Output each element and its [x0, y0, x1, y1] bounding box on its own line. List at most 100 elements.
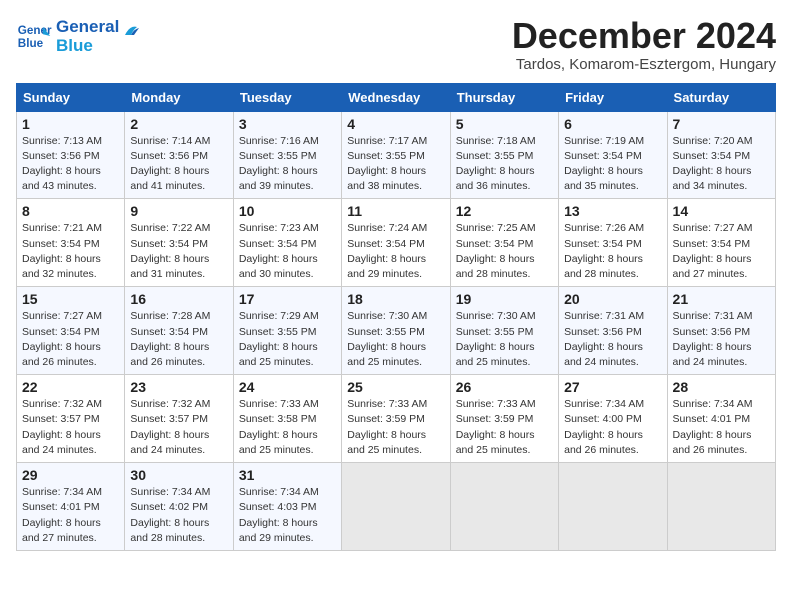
day-number: 20	[564, 291, 661, 307]
day-info: Sunrise: 7:21 AMSunset: 3:54 PMDaylight:…	[22, 221, 119, 282]
location-subtitle: Tardos, Komarom-Esztergom, Hungary	[512, 56, 776, 73]
header-col-thursday: Thursday	[450, 83, 558, 111]
calendar-week-row: 1Sunrise: 7:13 AMSunset: 3:56 PMDaylight…	[17, 111, 776, 199]
calendar-header-row: SundayMondayTuesdayWednesdayThursdayFrid…	[17, 83, 776, 111]
day-info: Sunrise: 7:22 AMSunset: 3:54 PMDaylight:…	[130, 221, 227, 282]
day-number: 6	[564, 116, 661, 132]
calendar-cell: 23 Sunrise: 7:32 AMSunset: 3:57 PMDayligh…	[125, 375, 233, 463]
calendar-cell: 1Sunrise: 7:13 AMSunset: 3:56 PMDaylight…	[17, 111, 125, 199]
calendar-cell: 16Sunrise: 7:28 AMSunset: 3:54 PMDayligh…	[125, 287, 233, 375]
day-info: Sunrise: 7:24 AMSunset: 3:54 PMDaylight:…	[347, 221, 444, 282]
header-col-monday: Monday	[125, 83, 233, 111]
calendar-cell: 17 Sunrise: 7:29 AMSunset: 3:55 PMDayligh…	[233, 287, 341, 375]
day-number: 19	[456, 291, 553, 307]
day-number: 14	[673, 203, 770, 219]
day-number: 21	[673, 291, 770, 307]
calendar-table: SundayMondayTuesdayWednesdayThursdayFrid…	[16, 83, 776, 551]
day-info: Sunrise: 7:26 AMSunset: 3:54 PMDaylight:…	[564, 221, 661, 282]
calendar-cell: 22Sunrise: 7:32 AMSunset: 3:57 PMDayligh…	[17, 375, 125, 463]
day-number: 4	[347, 116, 444, 132]
day-info: Sunrise: 7:34 AMSunset: 4:01 PMDaylight:…	[22, 485, 119, 546]
svg-text:Blue: Blue	[18, 36, 44, 49]
calendar-cell: 8Sunrise: 7:21 AMSunset: 3:54 PMDaylight…	[17, 199, 125, 287]
day-info: Sunrise: 7:17 AMSunset: 3:55 PMDaylight:…	[347, 134, 444, 195]
calendar-cell: 12Sunrise: 7:25 AMSunset: 3:54 PMDayligh…	[450, 199, 558, 287]
day-info: Sunrise: 7:34 AMSunset: 4:00 PMDaylight:…	[564, 397, 661, 458]
calendar-cell: 29 Sunrise: 7:34 AMSunset: 4:01 PMDayligh…	[17, 463, 125, 551]
day-number: 24	[239, 379, 336, 395]
calendar-cell: 26Sunrise: 7:33 AMSunset: 3:59 PMDayligh…	[450, 375, 558, 463]
day-number: 18	[347, 291, 444, 307]
day-number: 23	[130, 379, 227, 395]
calendar-cell: 20 Sunrise: 7:31 AMSunset: 3:56 PMDayligh…	[559, 287, 667, 375]
calendar-cell: 14 Sunrise: 7:27 AMSunset: 3:54 PMDayligh…	[667, 199, 775, 287]
calendar-cell: 2 Sunrise: 7:14 AMSunset: 3:56 PMDaylight…	[125, 111, 233, 199]
logo: General Blue General Blue	[16, 16, 139, 55]
calendar-cell	[559, 463, 667, 551]
calendar-cell: 4 Sunrise: 7:17 AMSunset: 3:55 PMDaylight…	[342, 111, 450, 199]
calendar-cell: 31 Sunrise: 7:34 AMSunset: 4:03 PMDayligh…	[233, 463, 341, 551]
day-number: 11	[347, 203, 444, 219]
day-info: Sunrise: 7:14 AMSunset: 3:56 PMDaylight:…	[130, 134, 227, 195]
day-number: 28	[673, 379, 770, 395]
day-number: 16	[130, 291, 227, 307]
day-number: 2	[130, 116, 227, 132]
day-number: 10	[239, 203, 336, 219]
logo-blue: Blue	[56, 37, 119, 56]
day-info: Sunrise: 7:34 AMSunset: 4:03 PMDaylight:…	[239, 485, 336, 546]
day-info: Sunrise: 7:16 AMSunset: 3:55 PMDaylight:…	[239, 134, 336, 195]
day-number: 26	[456, 379, 553, 395]
day-number: 12	[456, 203, 553, 219]
day-number: 17	[239, 291, 336, 307]
calendar-cell	[450, 463, 558, 551]
calendar-week-row: 15Sunrise: 7:27 AMSunset: 3:54 PMDayligh…	[17, 287, 776, 375]
calendar-week-row: 22 Sunrise: 7:32 AMSunset: 3:57 PMDayligh…	[17, 375, 776, 463]
day-info: Sunrise: 7:34 AMSunset: 4:02 PMDaylight:…	[130, 485, 227, 546]
day-number: 25	[347, 379, 444, 395]
calendar-cell: 13Sunrise: 7:26 AMSunset: 3:54 PMDayligh…	[559, 199, 667, 287]
calendar-cell: 11 Sunrise: 7:24 AMSunset: 3:54 PMDayligh…	[342, 199, 450, 287]
day-number: 3	[239, 116, 336, 132]
header-col-wednesday: Wednesday	[342, 83, 450, 111]
logo-general: General	[56, 18, 119, 37]
day-number: 1	[22, 116, 119, 132]
calendar-cell: 28 Sunrise: 7:34 AMSunset: 4:01 PMDayligh…	[667, 375, 775, 463]
logo-icon: General Blue	[16, 18, 52, 54]
svg-text:General: General	[18, 24, 52, 37]
day-info: Sunrise: 7:27 AMSunset: 3:54 PMDaylight:…	[22, 309, 119, 370]
header-col-tuesday: Tuesday	[233, 83, 341, 111]
day-number: 22	[22, 379, 119, 395]
day-number: 9	[130, 203, 227, 219]
calendar-cell: 5 Sunrise: 7:18 AMSunset: 3:55 PMDaylight…	[450, 111, 558, 199]
page-header: General Blue General Blue December 2024 …	[16, 16, 776, 73]
day-info: Sunrise: 7:30 AMSunset: 3:55 PMDaylight:…	[347, 309, 444, 370]
day-info: Sunrise: 7:32 AMSunset: 3:57 PMDaylight:…	[130, 397, 227, 458]
calendar-week-row: 29 Sunrise: 7:34 AMSunset: 4:01 PMDayligh…	[17, 463, 776, 551]
day-number: 5	[456, 116, 553, 132]
calendar-cell: 15Sunrise: 7:27 AMSunset: 3:54 PMDayligh…	[17, 287, 125, 375]
day-number: 31	[239, 467, 336, 483]
day-number: 7	[673, 116, 770, 132]
calendar-cell: 3 Sunrise: 7:16 AMSunset: 3:55 PMDaylight…	[233, 111, 341, 199]
day-info: Sunrise: 7:23 AMSunset: 3:54 PMDaylight:…	[239, 221, 336, 282]
day-info: Sunrise: 7:18 AMSunset: 3:55 PMDaylight:…	[456, 134, 553, 195]
day-number: 29	[22, 467, 119, 483]
day-info: Sunrise: 7:29 AMSunset: 3:55 PMDaylight:…	[239, 309, 336, 370]
day-info: Sunrise: 7:27 AMSunset: 3:54 PMDaylight:…	[673, 221, 770, 282]
day-info: Sunrise: 7:19 AMSunset: 3:54 PMDaylight:…	[564, 134, 661, 195]
calendar-cell: 25 Sunrise: 7:33 AMSunset: 3:59 PMDayligh…	[342, 375, 450, 463]
title-area: December 2024 Tardos, Komarom-Esztergom,…	[512, 16, 776, 73]
logo-bird-icon	[117, 21, 139, 43]
calendar-cell: 6 Sunrise: 7:19 AMSunset: 3:54 PMDaylight…	[559, 111, 667, 199]
calendar-week-row: 8Sunrise: 7:21 AMSunset: 3:54 PMDaylight…	[17, 199, 776, 287]
day-info: Sunrise: 7:20 AMSunset: 3:54 PMDaylight:…	[673, 134, 770, 195]
calendar-cell: 21Sunrise: 7:31 AMSunset: 3:56 PMDayligh…	[667, 287, 775, 375]
day-info: Sunrise: 7:34 AMSunset: 4:01 PMDaylight:…	[673, 397, 770, 458]
calendar-cell: 19Sunrise: 7:30 AMSunset: 3:55 PMDayligh…	[450, 287, 558, 375]
day-info: Sunrise: 7:33 AMSunset: 3:59 PMDaylight:…	[347, 397, 444, 458]
calendar-cell	[342, 463, 450, 551]
day-info: Sunrise: 7:31 AMSunset: 3:56 PMDaylight:…	[564, 309, 661, 370]
header-col-friday: Friday	[559, 83, 667, 111]
calendar-cell: 7 Sunrise: 7:20 AMSunset: 3:54 PMDaylight…	[667, 111, 775, 199]
day-number: 30	[130, 467, 227, 483]
